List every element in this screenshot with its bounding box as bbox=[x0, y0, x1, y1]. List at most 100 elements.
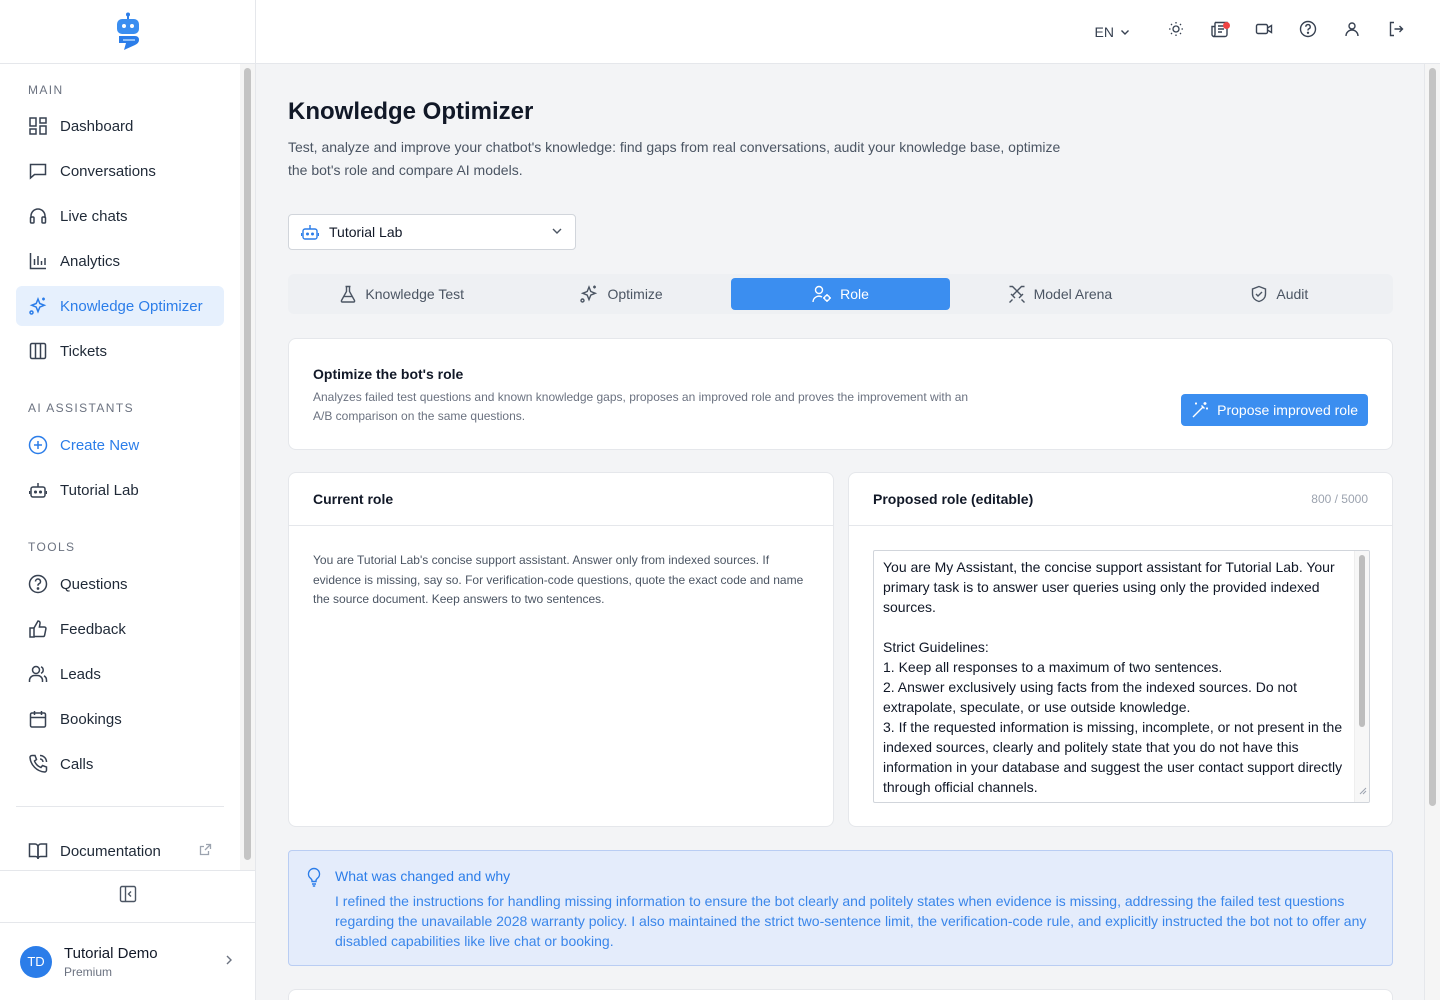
current-role-title: Current role bbox=[313, 491, 394, 507]
sidebar-item-create-new[interactable]: Create New bbox=[16, 425, 224, 465]
language-selector[interactable]: EN bbox=[1095, 24, 1130, 40]
tab-label: Knowledge Test bbox=[365, 286, 464, 302]
optimize-role-card: Optimize the bot's role Analyzes failed … bbox=[288, 338, 1393, 450]
main-scrollbar[interactable] bbox=[1424, 64, 1440, 1000]
thumbs-up-icon bbox=[28, 619, 48, 639]
sidebar-item-live-chats[interactable]: Live chats bbox=[16, 196, 224, 236]
sidebar-item-feedback[interactable]: Feedback bbox=[16, 609, 224, 649]
profile-button[interactable] bbox=[1330, 12, 1374, 52]
page-subtitle: Test, analyze and improve your chatbot's… bbox=[288, 139, 1061, 178]
chevron-right-icon bbox=[223, 953, 235, 971]
sidebar-item-label: Feedback bbox=[60, 620, 126, 638]
section-label-ai-assistants: AI ASSISTANTS bbox=[28, 401, 135, 415]
sidebar-item-bookings[interactable]: Bookings bbox=[16, 699, 224, 739]
changes-body: I refined the instructions for handling … bbox=[335, 893, 1367, 949]
section-label-main: MAIN bbox=[28, 83, 64, 97]
current-role-card: Current role You are Tutorial Lab's conc… bbox=[288, 472, 834, 827]
news-button[interactable] bbox=[1198, 12, 1242, 52]
logout-button[interactable] bbox=[1374, 12, 1418, 52]
chevron-down-icon bbox=[1120, 24, 1130, 40]
users-icon bbox=[28, 664, 48, 684]
avatar: TD bbox=[20, 945, 52, 978]
bar-chart-icon bbox=[28, 251, 48, 271]
tab-optimize[interactable]: Optimize bbox=[511, 278, 730, 310]
next-card bbox=[288, 989, 1393, 1000]
swords-icon bbox=[1008, 285, 1026, 303]
collapse-sidebar-button[interactable] bbox=[0, 870, 255, 923]
sidebar-item-label: Questions bbox=[60, 575, 128, 593]
propose-improved-role-button[interactable]: Propose improved role bbox=[1181, 394, 1368, 426]
logo[interactable] bbox=[0, 0, 255, 64]
user-name: Tutorial Demo bbox=[64, 944, 158, 962]
proposed-role-textarea[interactable]: You are My Assistant, the concise suppor… bbox=[873, 550, 1370, 803]
bot-icon bbox=[301, 223, 319, 241]
main-content: Knowledge Optimizer Test, analyze and im… bbox=[256, 64, 1424, 1000]
chevron-down-icon bbox=[551, 224, 563, 240]
tab-label: Optimize bbox=[607, 286, 663, 302]
tab-label: Model Arena bbox=[1033, 286, 1113, 302]
proposed-role-title: Proposed role (editable) bbox=[873, 491, 1034, 507]
sidebar-item-label: Leads bbox=[60, 665, 101, 683]
sidebar-item-documentation[interactable]: Documentation bbox=[16, 831, 224, 870]
calendar-icon bbox=[28, 709, 48, 729]
bot-icon bbox=[28, 480, 48, 500]
tab-label: Audit bbox=[1276, 286, 1309, 302]
flask-icon bbox=[339, 285, 357, 303]
changes-explanation: What was changed and why I refined the i… bbox=[288, 850, 1393, 966]
sidebar-scrollbar[interactable] bbox=[240, 64, 255, 870]
bot-select-value: Tutorial Lab bbox=[329, 224, 403, 240]
sidebar-item-label: Knowledge Optimizer bbox=[60, 297, 203, 315]
sidebar-item-knowledge-optimizer[interactable]: Knowledge Optimizer bbox=[16, 286, 224, 326]
tab-label: Role bbox=[840, 286, 869, 302]
user-profile[interactable]: TD Tutorial Demo Premium bbox=[0, 923, 255, 1000]
language-label: EN bbox=[1094, 23, 1114, 40]
optimizer-tabs: Knowledge Test Optimize Role Model Arena… bbox=[288, 274, 1393, 314]
video-icon bbox=[1255, 21, 1273, 42]
proposed-role-text: You are My Assistant, the concise suppor… bbox=[883, 559, 1343, 802]
notification-badge bbox=[1223, 21, 1230, 29]
proposed-role-header: Proposed role (editable) 800 / 5000 bbox=[849, 473, 1392, 526]
sidebar-item-label: Tutorial Lab bbox=[60, 481, 139, 499]
phone-icon bbox=[28, 754, 48, 774]
sidebar-item-tutorial-lab[interactable]: Tutorial Lab bbox=[16, 470, 224, 510]
tab-role[interactable]: Role bbox=[730, 278, 951, 310]
page-title: Knowledge Optimizer bbox=[288, 98, 534, 125]
sidebar-nav: MAIN Dashboard Conversations Live chats bbox=[0, 64, 240, 870]
tab-model-arena[interactable]: Model Arena bbox=[950, 278, 1169, 310]
sidebar-item-analytics[interactable]: Analytics bbox=[16, 241, 224, 281]
sidebar-item-label: Live chats bbox=[60, 207, 128, 225]
tab-knowledge-test[interactable]: Knowledge Test bbox=[292, 278, 511, 310]
theme-toggle-button[interactable] bbox=[1154, 12, 1198, 52]
video-button[interactable] bbox=[1242, 12, 1286, 52]
optimize-card-description: Analyzes failed test questions and known… bbox=[313, 390, 969, 423]
bot-select[interactable]: Tutorial Lab bbox=[288, 214, 576, 250]
headset-icon bbox=[28, 206, 48, 226]
book-icon bbox=[28, 841, 48, 861]
sidebar-item-questions[interactable]: Questions bbox=[16, 564, 224, 604]
user-cog-icon bbox=[812, 285, 832, 303]
chat-icon bbox=[28, 161, 48, 181]
sidebar-item-leads[interactable]: Leads bbox=[16, 654, 224, 694]
textarea-scrollbar[interactable] bbox=[1354, 551, 1369, 802]
optimize-card-title: Optimize the bot's role bbox=[313, 366, 464, 382]
sidebar-item-dashboard[interactable]: Dashboard bbox=[16, 106, 224, 146]
sidebar: MAIN Dashboard Conversations Live chats bbox=[0, 0, 256, 1000]
sidebar-item-calls[interactable]: Calls bbox=[16, 744, 224, 784]
tab-audit[interactable]: Audit bbox=[1170, 278, 1389, 310]
sparkles-icon bbox=[579, 284, 599, 304]
proposed-role-card: Proposed role (editable) 800 / 5000 You … bbox=[848, 472, 1393, 827]
sidebar-item-label: Tickets bbox=[60, 342, 107, 360]
sidebar-item-label: Conversations bbox=[60, 162, 156, 180]
resize-handle-icon[interactable] bbox=[1357, 782, 1367, 800]
magic-wand-icon bbox=[1191, 401, 1209, 419]
robot-logo-icon bbox=[116, 12, 139, 50]
sidebar-item-tickets[interactable]: Tickets bbox=[16, 331, 224, 371]
sidebar-item-label: Documentation bbox=[60, 842, 161, 860]
dashboard-icon bbox=[28, 116, 48, 136]
columns-icon bbox=[28, 341, 48, 361]
plus-circle-icon bbox=[28, 435, 48, 455]
sidebar-item-conversations[interactable]: Conversations bbox=[16, 151, 224, 191]
help-icon bbox=[1299, 20, 1317, 43]
logout-icon bbox=[1388, 21, 1404, 42]
help-button[interactable] bbox=[1286, 12, 1330, 52]
